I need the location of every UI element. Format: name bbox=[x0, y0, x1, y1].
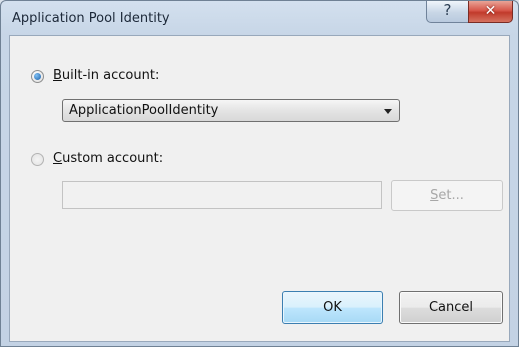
help-icon: ? bbox=[443, 1, 452, 19]
set-button[interactable]: Set... bbox=[391, 180, 503, 211]
help-button[interactable]: ? bbox=[426, 1, 469, 23]
custom-account-label[interactable]: Custom account: bbox=[53, 151, 163, 166]
radio-selected-dot bbox=[34, 73, 41, 80]
builtin-account-radio[interactable] bbox=[31, 70, 44, 83]
custom-account-field[interactable] bbox=[62, 181, 382, 209]
chevron-down-icon bbox=[384, 109, 392, 114]
builtin-account-label[interactable]: Built-in account: bbox=[53, 68, 159, 83]
close-button[interactable]: ✕ bbox=[468, 1, 513, 23]
builtin-account-dropdown[interactable]: ApplicationPoolIdentity bbox=[62, 99, 400, 122]
application-pool-identity-dialog: Application Pool Identity ? ✕ Built-in a… bbox=[0, 0, 519, 347]
cancel-button[interactable]: Cancel bbox=[399, 291, 503, 324]
builtin-account-dropdown-value: ApplicationPoolIdentity bbox=[69, 103, 219, 118]
close-icon: ✕ bbox=[484, 3, 497, 19]
title-bar[interactable]: Application Pool Identity ? ✕ bbox=[1, 1, 518, 35]
window-title: Application Pool Identity bbox=[12, 11, 170, 26]
custom-account-radio[interactable] bbox=[31, 153, 44, 166]
ok-button[interactable]: OK bbox=[282, 291, 383, 324]
dialog-body: Built-in account: ApplicationPoolIdentit… bbox=[9, 35, 510, 342]
